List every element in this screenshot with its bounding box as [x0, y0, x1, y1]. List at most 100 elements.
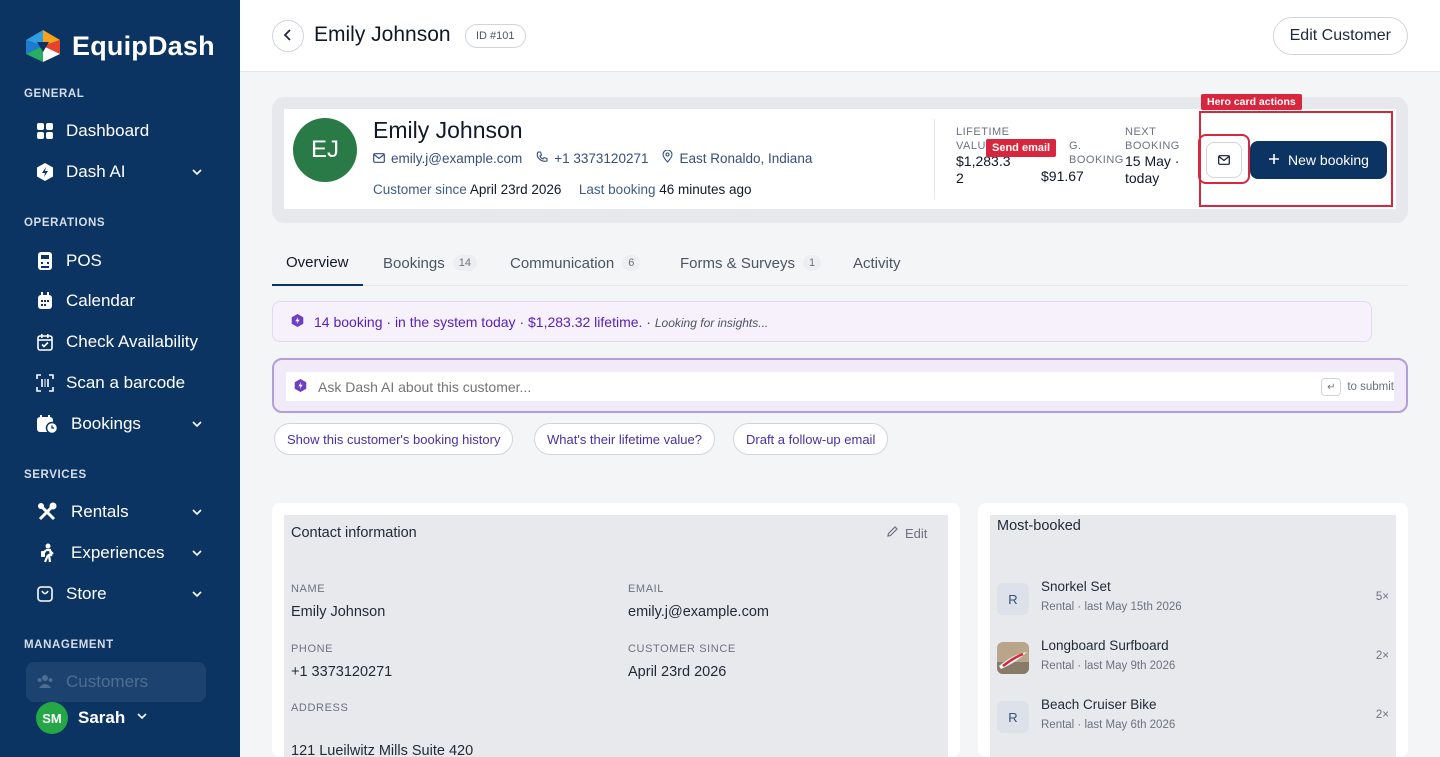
topbar: Emily Johnson ID #101 Edit Customer	[240, 0, 1440, 72]
customer-id-badge: ID #101	[465, 24, 526, 48]
map-pin-icon	[662, 149, 674, 166]
suggestion-lifetime-value[interactable]: What's their lifetime value?	[534, 423, 715, 455]
ai-insight-banner: 14 booking · in the system today · $1,28…	[272, 301, 1372, 342]
chevron-down-icon	[190, 416, 204, 436]
sidebar-item-experiences[interactable]: Experiences	[36, 537, 216, 569]
sidebar-item-customers[interactable]: Customers	[26, 662, 206, 702]
contact-information-card: Contact information Edit NAME Emily John…	[272, 503, 960, 757]
section-management: MANAGEMENT	[24, 639, 114, 651]
edit-contact-button[interactable]: Edit	[886, 525, 927, 541]
sidebar-item-label: Dash AI	[66, 162, 126, 181]
item-name: Snorkel Set	[1041, 579, 1111, 594]
avatar: SM	[36, 702, 68, 734]
phone-icon	[536, 150, 548, 166]
tab-overview[interactable]: Overview	[272, 240, 363, 286]
barcode-scan-icon	[36, 373, 54, 393]
surfboard-thumbnail-icon	[997, 642, 1029, 674]
back-button[interactable]	[272, 20, 304, 52]
ai-hexagon-icon	[36, 162, 54, 182]
sidebar-item-check-availability[interactable]: Check Availability	[36, 326, 216, 358]
new-booking-button[interactable]: New booking	[1250, 141, 1387, 179]
item-name: Beach Cruiser Bike	[1041, 697, 1157, 712]
customer-location: East Ronaldo, Indiana	[662, 149, 812, 166]
item-subtitle: Rental · last May 6th 2026	[1041, 719, 1176, 731]
ai-hexagon-icon	[291, 313, 304, 331]
tabs: Overview Bookings 14 Communication 6 For…	[272, 240, 1408, 286]
field-label: EMAIL	[628, 583, 665, 595]
submit-hint: ↵ to submit	[1321, 378, 1394, 396]
customer-meta: Customer since April 23rd 2026 Last book…	[373, 182, 752, 197]
sidebar-item-dash-ai[interactable]: Dash AI	[36, 156, 216, 188]
grid-icon	[36, 121, 54, 141]
suggestion-booking-history[interactable]: Show this customer's booking history	[274, 423, 514, 455]
contact-phone: +1 3373120271	[291, 664, 393, 680]
card-title: Contact information	[291, 525, 417, 541]
item-subtitle: Rental · last May 15th 2026	[1041, 601, 1182, 613]
sidebar-item-scan-barcode[interactable]: Scan a barcode	[36, 367, 216, 399]
enter-key-icon: ↵	[1321, 378, 1342, 396]
sidebar-item-calendar[interactable]: Calendar	[36, 285, 216, 317]
contact-email: emily.j@example.com	[628, 604, 769, 620]
list-item[interactable]: R Snorkel Set Rental · last May 15th 202…	[997, 579, 1389, 619]
item-name: Longboard Surfboard	[1041, 638, 1169, 653]
tab-count: 14	[452, 255, 477, 271]
sidebar-item-store[interactable]: Store	[36, 578, 216, 610]
sidebar-item-label: Experiences	[71, 543, 165, 562]
chevron-left-icon	[281, 28, 295, 45]
sidebar-item-label: Bookings	[71, 414, 141, 433]
sidebar-item-label: Store	[66, 584, 107, 603]
field-label: ADDRESS	[291, 702, 349, 714]
ask-dash-ai: ↵ to submit	[272, 358, 1408, 413]
mail-icon	[1218, 153, 1230, 168]
list-item[interactable]: R Beach Cruiser Bike Rental · last May 6…	[997, 697, 1389, 737]
sidebar: EquipDash GENERAL Dashboard Dash AI OPER…	[0, 0, 240, 757]
item-count: 2×	[1375, 709, 1389, 721]
user-menu[interactable]: SM Sarah	[36, 702, 149, 734]
contact-customer-since: April 23rd 2026	[628, 664, 727, 680]
ask-dash-ai-input[interactable]	[318, 378, 1218, 395]
calendar-check-icon	[36, 332, 54, 352]
sidebar-item-dashboard[interactable]: Dashboard	[36, 115, 216, 147]
sidebar-item-label: Dashboard	[66, 121, 150, 140]
list-item[interactable]: Longboard Surfboard Rental · last May 9t…	[997, 638, 1389, 678]
calendar-icon	[36, 291, 54, 311]
edit-customer-button[interactable]: Edit Customer	[1272, 17, 1408, 55]
sidebar-item-label: Calendar	[66, 291, 135, 310]
item-count: 5×	[1375, 591, 1389, 603]
field-label: PHONE	[291, 643, 334, 655]
send-email-annotation: Send email	[986, 139, 1057, 157]
page-title: Emily Johnson	[314, 23, 451, 46]
tab-bookings[interactable]: Bookings 14	[383, 240, 477, 286]
customer-contacts: emily.j@example.com +1 3373120271 East R…	[373, 149, 812, 166]
pos-terminal-icon	[36, 251, 54, 271]
brand[interactable]: EquipDash	[24, 28, 215, 64]
chevron-down-icon	[190, 586, 204, 606]
chevron-down-icon	[190, 545, 204, 565]
insight-status: Looking for insights...	[654, 315, 769, 330]
card-title: Most-booked	[997, 518, 1081, 534]
sidebar-item-pos[interactable]: POS	[36, 245, 216, 277]
tab-communication[interactable]: Communication 6	[510, 240, 641, 286]
equipdash-logo-icon	[24, 28, 62, 64]
sidebar-item-rentals[interactable]: Rentals	[36, 496, 216, 528]
item-count: 2×	[1375, 650, 1389, 662]
ask-dash-ai-field: ↵ to submit	[286, 372, 1394, 401]
section-services: SERVICES	[24, 469, 87, 481]
tab-forms-surveys[interactable]: Forms & Surveys 1	[680, 240, 822, 286]
customer-phone[interactable]: +1 3373120271	[536, 150, 648, 166]
customer-email[interactable]: emily.j@example.com	[373, 150, 522, 166]
shopping-bag-icon	[36, 584, 54, 604]
plus-icon	[1268, 152, 1280, 168]
section-general: GENERAL	[24, 88, 85, 100]
field-label: NAME	[291, 583, 326, 595]
tab-activity[interactable]: Activity	[853, 240, 901, 286]
hiking-person-icon	[36, 543, 59, 563]
sidebar-item-label: POS	[66, 251, 102, 270]
user-name: Sarah	[78, 708, 126, 727]
send-email-button[interactable]	[1206, 142, 1242, 178]
tab-count: 1	[803, 255, 822, 271]
pencil-icon	[886, 525, 899, 541]
divider	[934, 119, 935, 199]
suggestion-follow-up-email[interactable]: Draft a follow-up email	[733, 423, 889, 455]
sidebar-item-bookings[interactable]: Bookings	[36, 408, 216, 440]
